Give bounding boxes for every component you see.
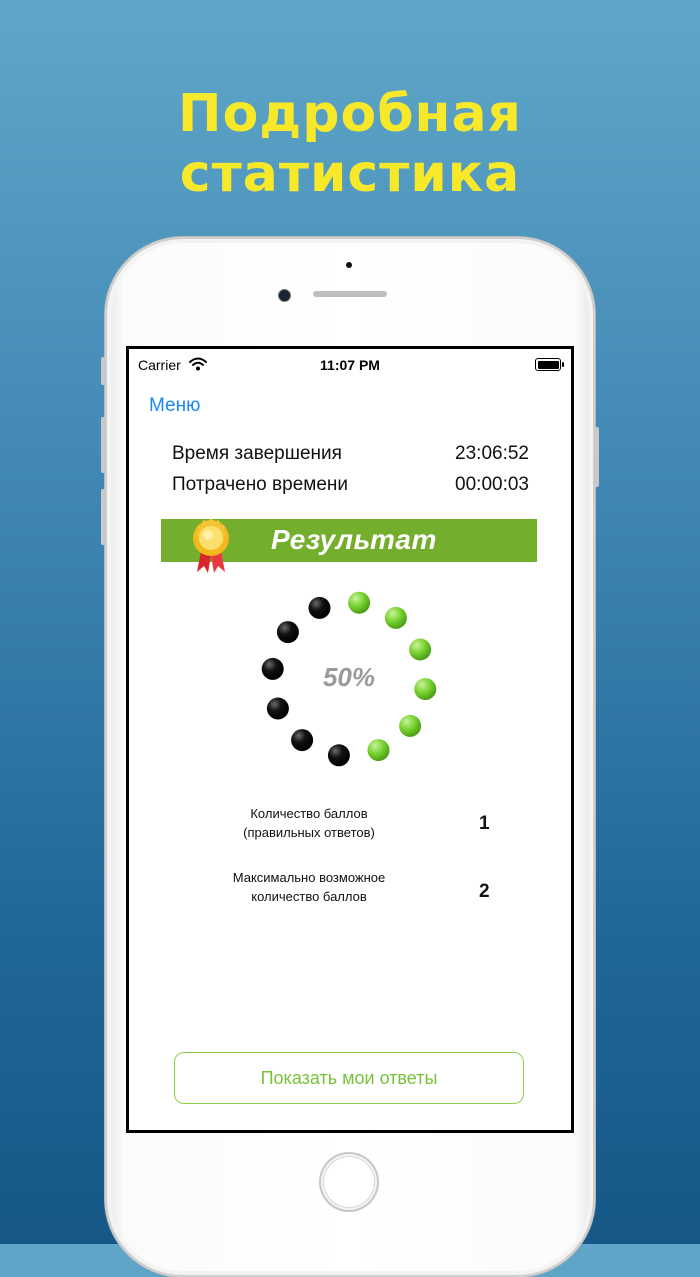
power-button — [594, 427, 599, 487]
progress-dot-filled — [399, 714, 422, 737]
progress-dot-filled — [414, 678, 437, 701]
progress-dot-filled — [348, 591, 371, 614]
score-percent-text: 50% — [323, 662, 375, 692]
progress-dot-empty — [276, 621, 299, 644]
battery-icon — [535, 358, 564, 371]
max-points-label: Максимально возможное количество баллов — [189, 868, 429, 906]
home-button[interactable] — [319, 1152, 379, 1212]
earpiece-speaker — [313, 291, 387, 297]
medal-icon — [191, 516, 231, 581]
phone-screen: Carrier 11:07 PM Меню Время завершения 2… — [126, 346, 574, 1133]
progress-dot-filled — [384, 606, 407, 629]
completion-time-label: Время завершения — [172, 443, 342, 464]
time-spent-label: Потрачено времени — [172, 474, 348, 495]
mute-switch — [101, 357, 106, 385]
progress-dot-empty — [261, 657, 284, 680]
volume-up-button — [101, 417, 106, 473]
points-label-line1: Количество баллов — [250, 806, 368, 821]
progress-dot-empty — [291, 729, 314, 752]
status-bar: Carrier 11:07 PM — [129, 349, 571, 379]
result-banner-label: Результат — [271, 524, 437, 555]
time-spent-value: 00:00:03 — [455, 474, 529, 495]
promo-headline: Подробная статистика — [178, 84, 522, 204]
progress-dot-filled — [409, 638, 432, 661]
result-banner: Результат — [161, 518, 537, 573]
max-points-label-line1: Максимально возможное — [232, 870, 386, 885]
status-time: 11:07 PM — [320, 357, 380, 373]
proximity-sensor — [346, 262, 352, 268]
points-label: Количество баллов (правильных ответов) — [189, 804, 429, 842]
points-value: 1 — [479, 813, 490, 834]
show-answers-button[interactable]: Показать мои ответы — [174, 1052, 524, 1104]
progress-dot-empty — [327, 744, 350, 767]
max-points-label-line2: количество баллов — [251, 889, 367, 904]
completion-time-value: 23:06:52 — [455, 443, 529, 464]
menu-back-button[interactable]: Меню — [149, 395, 200, 417]
score-progress-ring: 50% — [249, 579, 449, 779]
points-label-line2: (правильных ответов) — [243, 825, 375, 840]
progress-dot-empty — [308, 596, 331, 619]
volume-down-button — [101, 489, 106, 545]
max-points-value: 2 — [479, 881, 490, 902]
progress-dot-empty — [266, 697, 289, 720]
front-camera — [278, 289, 291, 302]
progress-dot-filled — [367, 739, 390, 762]
